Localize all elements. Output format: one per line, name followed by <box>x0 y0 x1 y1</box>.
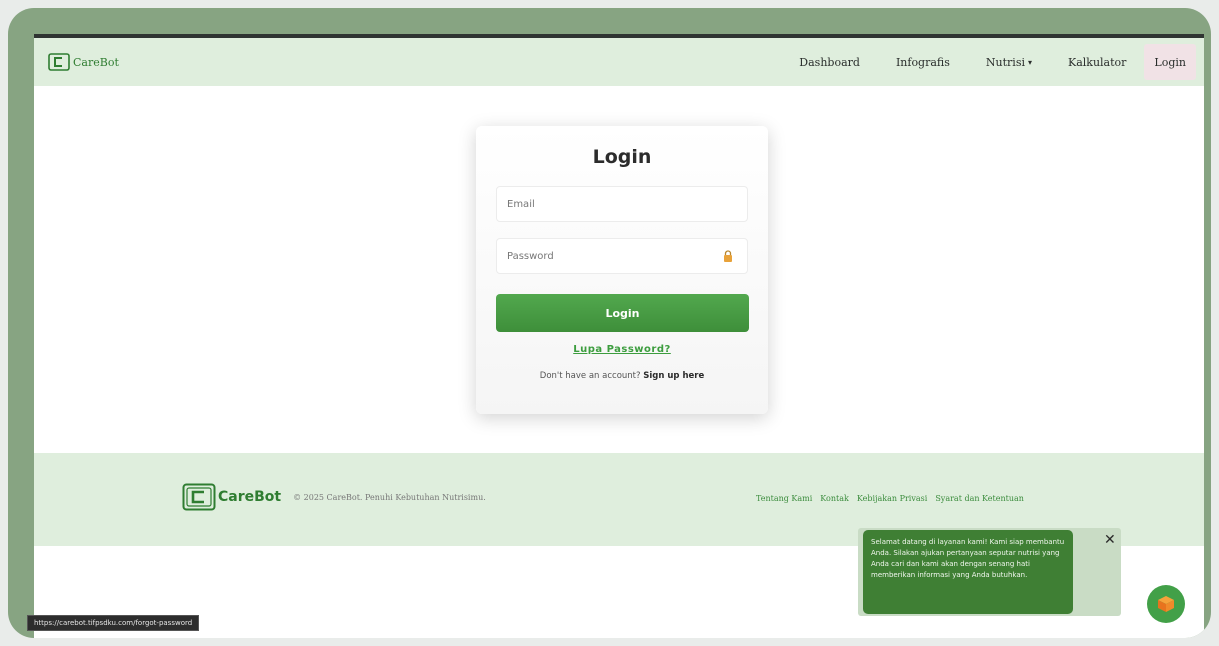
nav-label: Infografis <box>895 55 950 69</box>
login-card: Login Email Password Login Lupa Password… <box>476 126 768 414</box>
brand-name: CareBot <box>73 55 119 69</box>
footer-links: Tentang Kami Kontak Kebijakan Privasi Sy… <box>756 494 1032 503</box>
chat-message: Selamat datang di layanan kami! Kami sia… <box>863 530 1073 614</box>
footer-brand-name: CareBot <box>218 489 282 505</box>
carebot-logo-icon <box>182 483 216 511</box>
login-title: Login <box>592 146 652 168</box>
password-field[interactable]: Password <box>496 238 748 274</box>
nav-item-infografis[interactable]: Infografis <box>878 44 968 80</box>
chat-welcome-toast: Selamat datang di layanan kami! Kami sia… <box>858 528 1121 616</box>
chevron-down-icon: ▾ <box>1027 57 1032 67</box>
footer-link-kontak[interactable]: Kontak <box>820 494 849 503</box>
password-placeholder: Password <box>507 250 554 262</box>
nav-label: Nutrisi <box>985 55 1025 69</box>
nav-links: Dashboard Infografis Nutrisi ▾ Kalkulator… <box>781 38 1204 86</box>
nav-label: Dashboard <box>799 55 860 69</box>
nav-item-dashboard[interactable]: Dashboard <box>781 44 878 80</box>
forgot-password-label[interactable]: Lupa Password? <box>573 344 671 355</box>
nav-item-nutrisi[interactable]: Nutrisi ▾ <box>968 44 1050 80</box>
login-button[interactable]: Login <box>496 294 749 332</box>
forgot-password-link: Lupa Password? <box>476 344 768 355</box>
nav-label: Login <box>1154 55 1186 69</box>
footer-brand: CareBot © 2025 CareBot. Penuhi Kebutuhan… <box>182 483 486 511</box>
cube-icon <box>1156 594 1176 614</box>
email-placeholder: Email <box>507 198 535 210</box>
signup-prompt: Don't have an account? Sign up here <box>476 371 768 381</box>
device-frame: CareBot Dashboard Infografis Nutrisi ▾ Ka… <box>8 8 1211 638</box>
email-field[interactable]: Email <box>496 186 748 222</box>
nav-item-login[interactable]: Login <box>1144 44 1196 80</box>
carebot-logo-icon <box>48 53 70 71</box>
signup-prompt-text: Don't have an account? <box>539 371 641 381</box>
close-icon[interactable]: ✕ <box>1104 532 1116 548</box>
status-bar-url: https://carebot.tifpsdku.com/forgot-pass… <box>27 615 200 631</box>
footer-copyright: © 2025 CareBot. Penuhi Kebutuhan Nutrisi… <box>293 492 486 502</box>
nav-item-kalkulator[interactable]: Kalkulator <box>1050 44 1144 80</box>
brand[interactable]: CareBot <box>48 53 119 71</box>
footer-link-tentang-kami[interactable]: Tentang Kami <box>756 494 812 503</box>
lock-icon <box>723 250 733 262</box>
chat-launcher-button[interactable] <box>1147 585 1185 623</box>
signup-link[interactable]: Sign up here <box>643 371 704 381</box>
navbar: CareBot Dashboard Infografis Nutrisi ▾ Ka… <box>34 38 1204 86</box>
nav-label: Kalkulator <box>1068 55 1127 69</box>
footer-link-syarat-ketentuan[interactable]: Syarat dan Ketentuan <box>935 494 1024 503</box>
browser-viewport: CareBot Dashboard Infografis Nutrisi ▾ Ka… <box>34 34 1204 638</box>
footer-link-kebijakan-privasi[interactable]: Kebijakan Privasi <box>857 494 927 503</box>
